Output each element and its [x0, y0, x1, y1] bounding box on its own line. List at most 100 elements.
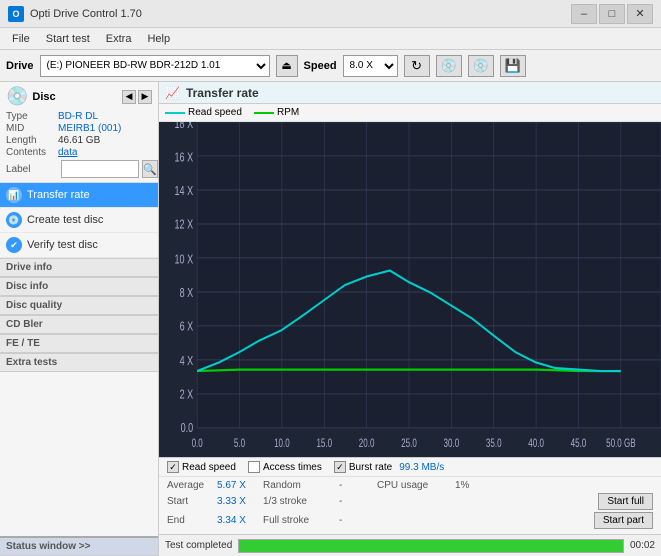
progress-bar-container	[238, 539, 624, 553]
titlebar: O Opti Drive Control 1.70 – □ ✕	[0, 0, 661, 28]
stat-cpu-label: CPU usage	[377, 480, 447, 491]
svg-text:4 X: 4 X	[180, 355, 194, 369]
section-fe-te[interactable]: FE / TE	[0, 334, 158, 353]
drive-label: Drive	[6, 60, 34, 72]
speed-select[interactable]: 8.0 X	[343, 55, 398, 77]
legend-rpm: RPM	[254, 107, 299, 118]
stat-random-value: -	[339, 480, 369, 491]
cb-access-times-label: Access times	[263, 462, 322, 473]
legend-rpm-color	[254, 112, 274, 114]
menu-starttest[interactable]: Start test	[38, 31, 98, 47]
main-area: 💿 Disc ◀ ▶ Type BD-R DL MID MEIRB1 (001)…	[0, 82, 661, 556]
section-drive-info[interactable]: Drive info	[0, 258, 158, 277]
disc-info-label: Disc info	[6, 281, 48, 292]
refresh-button[interactable]: ↻	[404, 55, 430, 77]
section-disc-info[interactable]: Disc info	[0, 277, 158, 296]
status-window-button[interactable]: Status window >>	[0, 536, 158, 556]
nav-create-test-disc[interactable]: 💿 Create test disc	[0, 208, 158, 233]
chart-svg: 18 X 16 X 14 X 12 X 10 X 8 X 6 X 4 X 2 X…	[159, 122, 661, 457]
right-panel: 📈 Transfer rate Read speed RPM	[159, 82, 661, 556]
disc-label-button[interactable]: 🔍	[142, 160, 158, 178]
svg-text:18 X: 18 X	[175, 122, 194, 131]
stat-cpu-value: 1%	[455, 480, 653, 491]
time-text: 00:02	[630, 540, 655, 551]
svg-text:35.0: 35.0	[486, 437, 502, 450]
stat-1-3-stroke-value: -	[339, 496, 369, 507]
disc-button1[interactable]: 💿	[436, 55, 462, 77]
svg-text:0.0: 0.0	[192, 437, 204, 450]
nav-transfer-rate[interactable]: 📊 Transfer rate	[0, 183, 158, 208]
disc-icon: 💿	[6, 86, 28, 107]
disc-length-row: Length 46.61 GB	[6, 135, 152, 146]
section-cd-bler[interactable]: CD Bler	[0, 315, 158, 334]
cd-bler-label: CD Bler	[6, 319, 43, 330]
disc-mid-value: MEIRB1 (001)	[58, 123, 121, 134]
cb-access-times-box[interactable]	[248, 461, 260, 473]
svg-text:5.0: 5.0	[234, 437, 246, 450]
legend-read-speed-color	[165, 112, 185, 114]
disc-contents-row: Contents data	[6, 147, 152, 158]
disc-arrow-left[interactable]: ◀	[122, 90, 136, 104]
checkboxes-row: ✓ Read speed Access times ✓ Burst rate 9…	[159, 458, 661, 477]
stat-end-label: End	[167, 515, 209, 526]
cb-read-speed-box[interactable]: ✓	[167, 461, 179, 473]
fe-te-label: FE / TE	[6, 338, 40, 349]
svg-text:14 X: 14 X	[175, 184, 194, 198]
stat-average-label: Average	[167, 480, 209, 491]
start-full-button[interactable]: Start full	[598, 493, 653, 510]
svg-text:0.0: 0.0	[181, 422, 194, 436]
chart-header: 📈 Transfer rate	[159, 82, 661, 104]
disc-arrow-right[interactable]: ▶	[138, 90, 152, 104]
menu-file[interactable]: File	[4, 31, 38, 47]
eject-button[interactable]: ⏏	[276, 55, 298, 77]
close-button[interactable]: ✕	[627, 4, 653, 24]
chart-area: 18 X 16 X 14 X 12 X 10 X 8 X 6 X 4 X 2 X…	[159, 122, 661, 457]
nav-transfer-rate-label: Transfer rate	[27, 189, 90, 201]
svg-text:20.0: 20.0	[359, 437, 375, 450]
stat-full-stroke-value: -	[339, 515, 369, 526]
drive-select[interactable]: (E:) PIONEER BD-RW BDR-212D 1.01	[40, 55, 270, 77]
cb-access-times: Access times	[248, 461, 322, 473]
disc-label-row: Label 🔍	[6, 160, 152, 178]
start-part-button[interactable]: Start part	[594, 512, 653, 529]
chart-icon: 📈	[165, 86, 180, 100]
stat-row-start: Start 3.33 X 1/3 stroke - Start full	[167, 493, 653, 510]
disc-type-label: Type	[6, 111, 58, 122]
disc-contents-value[interactable]: data	[58, 147, 77, 158]
disc-contents-label: Contents	[6, 147, 58, 158]
svg-text:12 X: 12 X	[175, 218, 194, 232]
save-button[interactable]: 💾	[500, 55, 526, 77]
stat-end-value: 3.34 X	[217, 515, 255, 526]
stats-rows: Average 5.67 X Random - CPU usage 1% Sta…	[159, 477, 661, 534]
section-extra-tests[interactable]: Extra tests	[0, 353, 158, 372]
svg-text:8 X: 8 X	[180, 286, 194, 300]
legend-read-speed: Read speed	[165, 107, 242, 118]
nav-verify-test-disc[interactable]: ✔ Verify test disc	[0, 233, 158, 258]
disc-section-title: Disc	[32, 91, 55, 103]
menu-extra[interactable]: Extra	[98, 31, 140, 47]
svg-text:25.0: 25.0	[401, 437, 417, 450]
stat-start-value: 3.33 X	[217, 496, 255, 507]
nav-section: 📊 Transfer rate 💿 Create test disc ✔ Ver…	[0, 183, 158, 258]
app-icon: O	[8, 6, 24, 22]
disc-mid-label: MID	[6, 123, 58, 134]
cb-burst-rate-label: Burst rate	[349, 462, 392, 473]
svg-text:16 X: 16 X	[175, 151, 194, 165]
verify-test-icon: ✔	[6, 237, 22, 253]
section-disc-quality[interactable]: Disc quality	[0, 296, 158, 315]
minimize-button[interactable]: –	[571, 4, 597, 24]
menu-help[interactable]: Help	[139, 31, 178, 47]
svg-text:10 X: 10 X	[175, 253, 194, 267]
disc-button2[interactable]: 💿	[468, 55, 494, 77]
maximize-button[interactable]: □	[599, 4, 625, 24]
legend-read-speed-label: Read speed	[188, 107, 242, 118]
cb-burst-rate-box[interactable]: ✓	[334, 461, 346, 473]
menubar: File Start test Extra Help	[0, 28, 661, 50]
drive-info-label: Drive info	[6, 262, 52, 273]
window-controls: – □ ✕	[571, 4, 653, 24]
stat-start-label: Start	[167, 496, 209, 507]
svg-text:40.0: 40.0	[528, 437, 544, 450]
disc-label-input[interactable]	[61, 160, 139, 178]
svg-text:30.0: 30.0	[444, 437, 460, 450]
disc-label-label: Label	[6, 164, 58, 175]
